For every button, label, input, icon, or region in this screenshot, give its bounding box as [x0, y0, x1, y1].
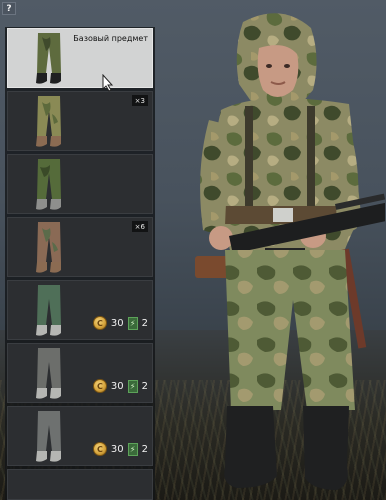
price-row: C 30 ⚡ 2	[92, 316, 148, 330]
pants-item-list[interactable]: Базовый предмет ×3 ×6 C 30 ⚡ 2 C 30 ⚡ 2 …	[5, 27, 155, 500]
ticket-icon: ⚡	[127, 379, 138, 393]
camo-pants-icon	[36, 222, 61, 273]
price-row: C 30 ⚡ 2	[92, 442, 148, 456]
green-pants-icon	[36, 159, 61, 210]
price-row: C 30 ⚡ 2	[92, 379, 148, 393]
list-item[interactable]: ×6	[7, 217, 153, 277]
ticket-icon: ⚡	[127, 316, 138, 330]
list-item-base[interactable]: Базовый предмет	[7, 28, 153, 88]
list-item[interactable]: C 30 ⚡ 2	[7, 280, 153, 340]
item-title: Базовый предмет	[73, 34, 148, 43]
list-item[interactable]	[7, 154, 153, 214]
help-icon: ?	[6, 3, 12, 14]
ticket-price: 2	[141, 443, 148, 455]
help-button[interactable]: ?	[2, 2, 16, 15]
coin-price: 30	[110, 317, 124, 329]
list-item-partial[interactable]	[7, 469, 153, 500]
grey-pants-icon	[36, 411, 61, 462]
list-item[interactable]: C 30 ⚡ 2	[7, 343, 153, 403]
item-count-badge: ×3	[131, 95, 148, 106]
gold-coin-icon: C	[92, 316, 107, 330]
camo-pants-icon	[36, 96, 61, 147]
camo-pants-icon	[36, 33, 61, 84]
grey-pants-icon	[36, 348, 61, 399]
list-item[interactable]: C 30 ⚡ 2	[7, 406, 153, 466]
ticket-icon: ⚡	[127, 442, 138, 456]
green-pants-icon	[36, 285, 61, 336]
coin-price: 30	[110, 443, 124, 455]
item-count-badge: ×6	[131, 221, 148, 232]
mouse-cursor-icon	[102, 74, 114, 92]
ticket-price: 2	[141, 317, 148, 329]
coin-price: 30	[110, 380, 124, 392]
ticket-price: 2	[141, 380, 148, 392]
gold-coin-icon: C	[92, 379, 107, 393]
gold-coin-icon: C	[92, 442, 107, 456]
list-item[interactable]: ×3	[7, 91, 153, 151]
soldier-character-preview	[195, 13, 385, 490]
